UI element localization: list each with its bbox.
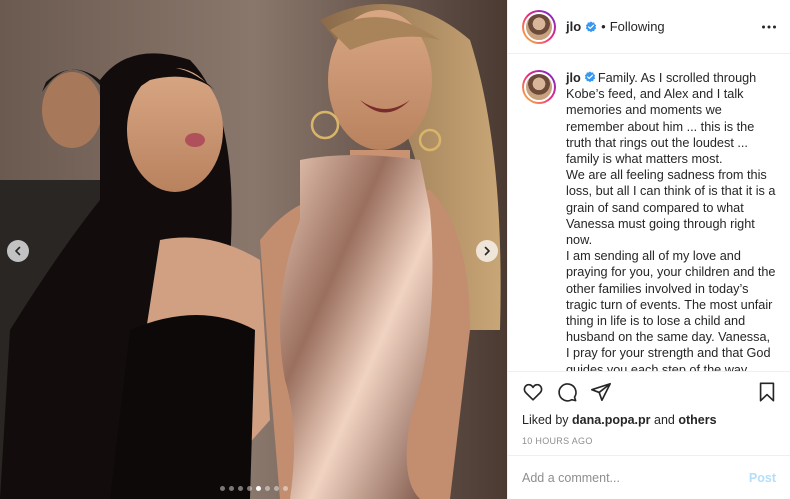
- header-avatar[interactable]: [522, 9, 556, 44]
- verified-badge-icon: [584, 71, 596, 83]
- carousel-dot: [219, 486, 225, 491]
- chevron-left-icon: [15, 246, 21, 256]
- comment-input[interactable]: [522, 470, 741, 485]
- likes-prefix: Liked by: [522, 413, 569, 427]
- carousel-dot: [264, 486, 270, 491]
- caption-username[interactable]: jlo: [566, 71, 581, 85]
- likes-summary: Liked by dana.popa.pr and others: [508, 411, 790, 431]
- caption-paragraph: Family. As I scrolled through Kobe’s fee…: [566, 71, 757, 167]
- caption-paragraph: I am sending all of my love and praying …: [566, 249, 776, 371]
- post-actions: [508, 371, 790, 411]
- likes-conjunction: and: [654, 413, 675, 427]
- instagram-post: jlo • Following jlo Family. As I scrolle…: [0, 0, 790, 499]
- previous-slide-button[interactable]: [7, 240, 29, 262]
- comment-form: Post: [508, 455, 790, 499]
- heart-icon[interactable]: [522, 381, 544, 403]
- carousel-dot: [282, 486, 288, 491]
- carousel-dot: [246, 486, 252, 491]
- verified-badge-icon: [585, 20, 597, 32]
- caption-area: jlo Family. As I scrolled through Kobe’s…: [508, 54, 790, 371]
- caption-paragraph: We are all feeling sadness from this los…: [566, 168, 776, 248]
- post-comment-button[interactable]: Post: [749, 471, 776, 485]
- next-slide-button[interactable]: [476, 240, 498, 262]
- carousel-dot: [228, 486, 234, 491]
- chevron-right-icon: [484, 246, 490, 256]
- post-side-panel: jlo • Following jlo Family. As I scrolle…: [507, 0, 790, 499]
- carousel-dot: [255, 486, 261, 491]
- post-caption: jlo Family. As I scrolled through Kobe’s…: [566, 70, 776, 371]
- avatar-image: [524, 72, 554, 102]
- bookmark-icon[interactable]: [756, 381, 778, 403]
- post-media: [0, 0, 507, 499]
- liked-by-others-link[interactable]: others: [678, 413, 716, 427]
- carousel-dot: [273, 486, 279, 491]
- following-button[interactable]: Following: [610, 19, 665, 34]
- post-header: jlo • Following: [508, 0, 790, 54]
- header-username[interactable]: jlo: [566, 19, 581, 34]
- post-photo: [0, 0, 507, 499]
- post-timestamp[interactable]: 10 HOURS AGO: [508, 431, 790, 455]
- share-icon[interactable]: [590, 381, 612, 403]
- carousel-dot: [237, 486, 243, 491]
- liked-by-user-link[interactable]: dana.popa.pr: [572, 413, 650, 427]
- caption-avatar[interactable]: [522, 70, 556, 104]
- header-separator: •: [601, 19, 606, 34]
- more-options-icon[interactable]: [760, 18, 778, 36]
- carousel-indicator: [0, 486, 507, 491]
- avatar-image: [524, 11, 554, 42]
- comment-icon[interactable]: [556, 381, 578, 403]
